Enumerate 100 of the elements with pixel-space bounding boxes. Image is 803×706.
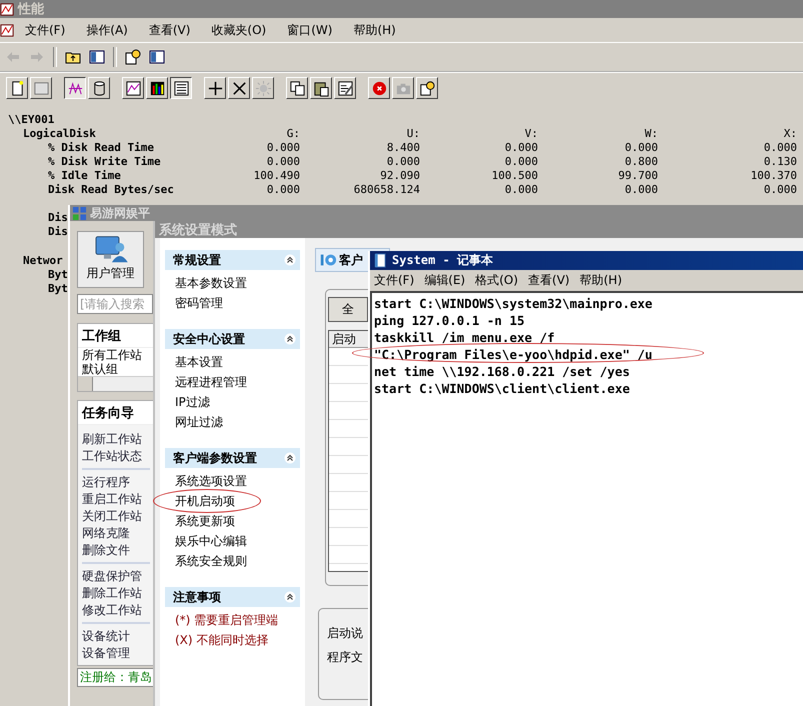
counter-name: Byt [48, 268, 68, 281]
section-header[interactable]: 安全中心设置 [165, 329, 300, 349]
window-title: System - 记事本 [392, 252, 494, 269]
text-line: taskkill /im menu.exe /f [374, 330, 555, 345]
section-title: 客户端参数设置 [173, 450, 257, 466]
task-link[interactable]: 工作站状态 [82, 448, 146, 465]
column-header: W: [644, 127, 658, 141]
properties-icon [336, 80, 354, 96]
panel-icon [149, 49, 165, 65]
window-title: 性能 [18, 1, 44, 18]
settings-link[interactable]: 密码管理 [165, 293, 223, 313]
window-title: 易游网娱平 [90, 204, 150, 222]
task-link[interactable]: 刷新工作站 [82, 431, 146, 448]
settings-link[interactable]: 系统选项设置 [165, 471, 247, 491]
task-link[interactable]: 关闭工作站 [82, 508, 146, 525]
counter-value: 0.000 [762, 141, 797, 155]
settings-link[interactable]: 开机启动项 [165, 491, 235, 511]
chart-icon [0, 22, 15, 38]
text-line: net time \\192.168.0.221 /set /yes [374, 364, 630, 379]
counter-value: 0.000 [266, 141, 300, 155]
plus-icon [206, 80, 224, 96]
collapse-icon [284, 452, 296, 464]
settings-link[interactable]: 娱乐中心编辑 [165, 531, 247, 551]
counter-value: 0.000 [266, 155, 300, 169]
counter-value: 0.000 [762, 183, 797, 197]
text-editor[interactable]: start C:\WINDOWS\system32\mainpro.exe ping 127.0.0.1 -n 15 taskkill /im menu.exe /f "C:\Program Files\e-yoo\hdpid.exe" /u net time \\192.168.0.221 /set /yes start C:\WINDOWS\client\client.exe [370, 291, 803, 706]
user-management-button[interactable]: 用户管理 [77, 231, 144, 288]
toolbar-button[interactable] [170, 77, 192, 99]
menu-item[interactable]: 帮助(H) [580, 272, 622, 288]
settings-link[interactable]: 基本设置 [165, 352, 223, 372]
menu-item[interactable]: 文件(F) [15, 22, 76, 38]
window-title: 系统设置模式 [159, 222, 237, 238]
copy-icon [288, 80, 306, 96]
settings-link[interactable]: 基本参数设置 [165, 273, 247, 293]
counter-value: 100.500 [490, 169, 538, 183]
task-link[interactable]: 运行程序 [82, 474, 146, 491]
field-label: 程序文 [327, 649, 363, 666]
panel-title: 任务向导 [78, 401, 154, 425]
menu-item[interactable]: 收藏夹(O) [201, 22, 278, 38]
menu-item[interactable]: 查看(V) [528, 272, 570, 288]
menu-item[interactable]: 操作(A) [76, 22, 139, 38]
collapse-icon [284, 333, 296, 345]
settings-link[interactable]: 远程进程管理 [165, 372, 247, 392]
toolbar-button[interactable] [64, 77, 86, 99]
counter-value: 100.370 [750, 169, 797, 183]
text-line: start C:\WINDOWS\client\client.exe [374, 381, 630, 396]
menu-item[interactable]: 文件(F) [374, 272, 414, 288]
counter-name: Dis [48, 211, 68, 224]
task-link[interactable]: 重启工作站 [82, 491, 146, 508]
counter-value: 680658.124 [352, 183, 420, 197]
stop-icon [370, 80, 388, 96]
column-header: V: [524, 127, 538, 141]
column-header: X: [782, 127, 797, 141]
section-header[interactable]: 客户端参数设置 [165, 448, 300, 468]
note-text: (*) 需要重启管理端 [174, 612, 280, 629]
task-link[interactable]: 设备统计 [82, 628, 146, 645]
tree-item[interactable]: 所有工作站 [78, 348, 154, 362]
scrollbar[interactable] [78, 376, 154, 391]
right-arrow-icon [29, 49, 45, 65]
tree-item[interactable]: 默认组 [78, 362, 154, 376]
search-field[interactable]: [请输入搜索 [77, 294, 153, 314]
counter-name: Disk Read Bytes/sec [47, 183, 175, 197]
grid-icon [72, 206, 87, 220]
monitor-user-icon [92, 234, 128, 264]
bulb-icon [254, 80, 272, 96]
settings-link[interactable]: IP过滤 [165, 392, 210, 412]
counter-name: % Idle Time [47, 169, 122, 183]
collapse-icon [284, 254, 296, 266]
counter-value: 0.000 [266, 183, 300, 197]
menu-item[interactable]: 帮助(H) [343, 22, 407, 38]
chart-icon [124, 80, 142, 96]
counter-name: Byt [48, 282, 68, 295]
counter-value: 0.000 [504, 155, 538, 169]
counter-name: Dis [48, 225, 68, 238]
menu-item[interactable]: 窗口(W) [277, 22, 344, 38]
task-link[interactable]: 网络克隆 [82, 525, 146, 542]
menu-item[interactable]: 格式(O) [475, 272, 518, 288]
menu-item[interactable]: 编辑(E) [424, 272, 466, 288]
task-link[interactable]: 设备管理 [82, 645, 146, 662]
section-header[interactable]: 注意事项 [165, 587, 300, 607]
counter-name: % Disk Read Time [47, 141, 155, 155]
task-link[interactable]: 硬盘保护管 [82, 568, 146, 585]
spark-icon [66, 80, 84, 96]
section-title: 常规设置 [173, 252, 221, 268]
section-title: 注意事项 [173, 588, 221, 606]
settings-link[interactable]: 网址过滤 [165, 412, 223, 432]
task-link[interactable]: 修改工作站 [82, 602, 146, 619]
task-link[interactable]: 删除文件 [82, 542, 146, 559]
settings-link[interactable]: 系统安全规则 [165, 551, 247, 571]
select-all-button[interactable]: 全 [328, 297, 368, 322]
section-header[interactable]: 常规设置 [165, 250, 300, 270]
column-header: G: [286, 127, 300, 141]
panel-icon [89, 49, 105, 65]
note-text: (X) 不能同时选择 [174, 632, 270, 649]
menu-item[interactable]: 查看(V) [138, 22, 202, 38]
settings-link[interactable]: 系统更新项 [165, 511, 235, 531]
paste-icon [312, 80, 330, 96]
counter-value: 92.090 [379, 169, 420, 183]
task-link[interactable]: 删除工作站 [82, 585, 146, 602]
status-bar: 注册给：青岛 [77, 668, 155, 687]
